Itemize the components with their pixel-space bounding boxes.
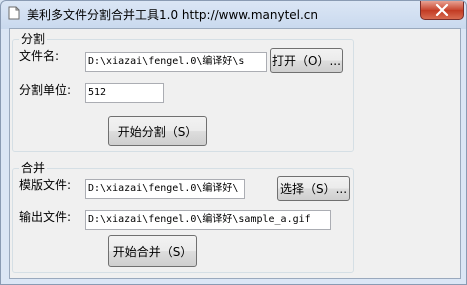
document-icon — [7, 6, 21, 20]
close-button[interactable] — [420, 1, 464, 20]
select-button-label: 选择（S）... — [279, 182, 348, 196]
start-split-button[interactable]: 开始分割（S） — [108, 116, 207, 146]
output-file-label: 输出文件: — [19, 210, 72, 224]
main-window: 美利多文件分割合并工具1.0 http://www.manytel.cn 分割 … — [0, 0, 467, 285]
start-merge-button-label: 开始合并（S） — [112, 244, 193, 259]
file-name-input[interactable]: D:\xiazai\fengel.0\编译好\s — [85, 52, 267, 72]
client-area: 分割 文件名: D:\xiazai\fengel.0\编译好\s 打开（O）..… — [9, 28, 461, 279]
start-split-button-label: 开始分割（S） — [117, 124, 198, 139]
template-file-input[interactable]: D:\xiazai\fengel.0\编译好\ — [85, 179, 245, 199]
merge-group: 合并 模版文件: D:\xiazai\fengel.0\编译好\ 选择（S）..… — [12, 161, 354, 273]
split-unit-input[interactable]: 512 — [85, 83, 164, 103]
split-group-title: 分割 — [19, 32, 48, 46]
output-file-input[interactable]: D:\xiazai\fengel.0\编译好\sample_a.gif — [85, 210, 331, 230]
select-button[interactable]: 选择（S）... — [277, 176, 350, 201]
split-group: 分割 文件名: D:\xiazai\fengel.0\编译好\s 打开（O）..… — [12, 32, 354, 152]
split-unit-label: 分割单位: — [19, 83, 72, 97]
open-button[interactable]: 打开（O）... — [270, 48, 343, 73]
merge-group-title: 合并 — [19, 161, 48, 175]
open-button-label: 打开（O）... — [272, 54, 341, 68]
close-icon — [435, 4, 449, 16]
file-name-label: 文件名: — [19, 49, 60, 63]
start-merge-button[interactable]: 开始合并（S） — [108, 235, 197, 267]
template-file-label: 模版文件: — [19, 178, 72, 192]
window-title: 美利多文件分割合并工具1.0 http://www.manytel.cn — [27, 8, 319, 22]
title-bar[interactable]: 美利多文件分割合并工具1.0 http://www.manytel.cn — [1, 1, 466, 27]
